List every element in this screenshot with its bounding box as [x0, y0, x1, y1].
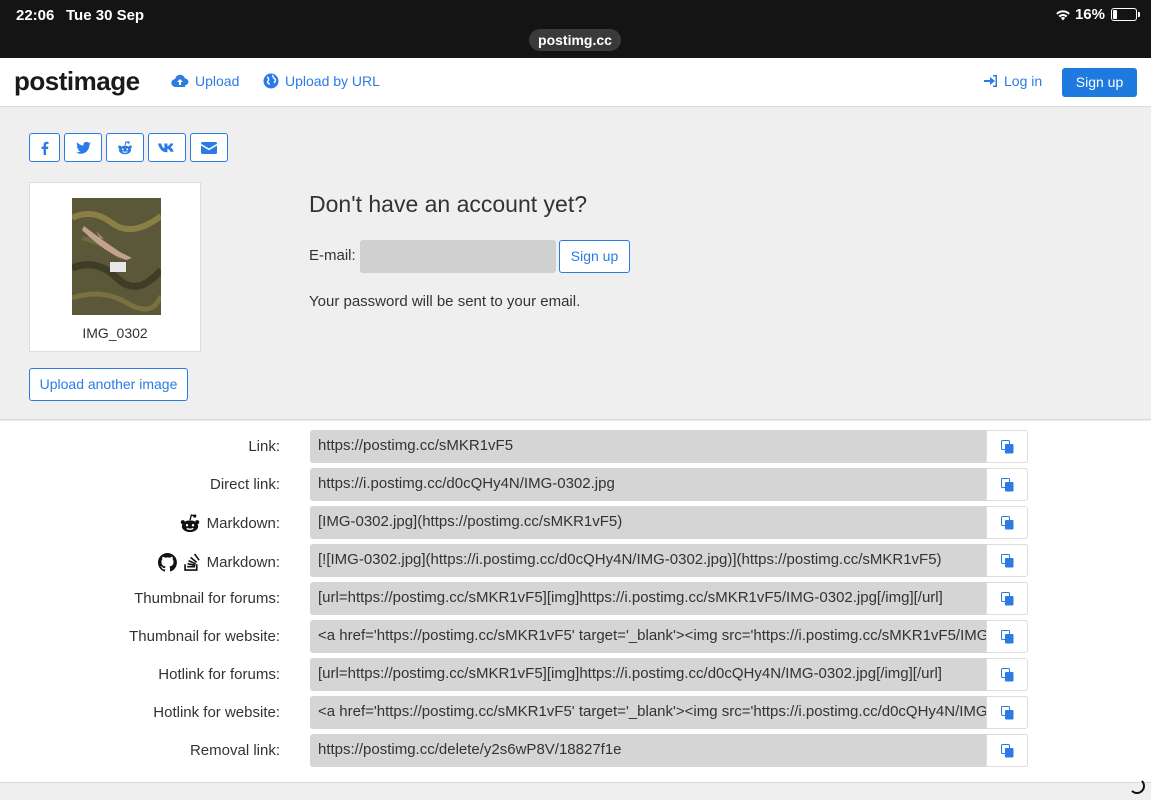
markdown-reddit-label: Markdown: [179, 514, 280, 533]
markdown-label-text: Markdown: [206, 553, 280, 571]
hotlink-website-field[interactable]: <a href='https://postimg.cc/sMKR1vF5' ta… [310, 696, 986, 729]
logo-text-image: image [66, 66, 140, 96]
link-row-link: Link: https://postimg.cc/sMKR1vF5 [0, 430, 1151, 464]
signup-form-button[interactable]: Sign up [559, 240, 630, 273]
copy-button[interactable] [986, 506, 1028, 539]
loading-spinner-icon [1129, 778, 1145, 794]
reddit-icon [118, 140, 132, 154]
copy-button[interactable] [986, 430, 1028, 463]
image-name: IMG_0302 [82, 325, 148, 341]
link-row-thumbnail-forums: Thumbnail for forums: [url=https://posti… [0, 582, 1151, 616]
nav-upload-by-url-label: Upload by URL [285, 73, 380, 89]
markdown-github-field[interactable]: [![IMG-0302.jpg](https://i.postimg.cc/d0… [310, 544, 986, 577]
copy-button[interactable] [986, 658, 1028, 691]
battery-percent: 16% [1074, 6, 1105, 23]
copy-icon [1000, 629, 1013, 643]
status-right: 16% [1055, 6, 1140, 23]
postimage-logo[interactable]: postimage [14, 66, 140, 97]
shark-photo-icon [72, 198, 161, 315]
image-thumbnail[interactable] [72, 198, 161, 315]
share-email-button[interactable] [190, 133, 228, 162]
page-footer-strip [0, 783, 1151, 800]
copy-button[interactable] [986, 582, 1028, 615]
link-row-removal: Removal link: https://postimg.cc/delete/… [0, 734, 1151, 768]
vk-icon [158, 143, 174, 152]
link-row-direct: Direct link: https://i.postimg.cc/d0cQHy… [0, 468, 1151, 502]
copy-icon [1000, 477, 1013, 491]
copy-button[interactable] [986, 620, 1028, 653]
link-label: Link: [248, 438, 280, 455]
email-label: E-mail: [309, 247, 356, 264]
direct-link-field[interactable]: https://i.postimg.cc/d0cQHy4N/IMG-0302.j… [310, 468, 986, 501]
share-links-panel: Link: https://postimg.cc/sMKR1vF5 Direct… [0, 421, 1151, 783]
share-twitter-button[interactable] [64, 133, 102, 162]
link-row-hotlink-forums: Hotlink for forums: [url=https://postimg… [0, 658, 1151, 692]
nav-upload-label: Upload [195, 73, 240, 89]
image-thumbnail-card[interactable]: IMG_0302 [29, 182, 201, 352]
share-facebook-button[interactable] [29, 133, 60, 162]
copy-button[interactable] [986, 544, 1028, 577]
copy-button[interactable] [986, 696, 1028, 729]
battery-fill [1113, 10, 1117, 19]
status-bar: 22:06 Tue 30 Sep 16% postimg.cc [0, 0, 1151, 58]
status-date: Tue 30 Sep [66, 7, 145, 24]
markdown-github-label: Markdown: [157, 552, 280, 572]
share-buttons [29, 133, 228, 162]
email-icon [201, 141, 217, 154]
logo-text-post: post [14, 66, 67, 96]
globe-icon [263, 73, 279, 89]
navbar: postimage Upload Upload by URL Log in Si… [0, 58, 1151, 107]
stack-overflow-icon [183, 553, 200, 571]
share-vk-button[interactable] [148, 133, 186, 162]
wifi-icon [1056, 9, 1070, 20]
nav-login-label: Log in [1004, 73, 1043, 89]
copy-button[interactable] [986, 734, 1028, 767]
link-row-markdown-github: Markdown: [![IMG-0302.jpg](https://i.pos… [0, 544, 1151, 578]
copy-icon [1000, 553, 1013, 567]
removal-link-label: Removal link: [189, 742, 280, 759]
upload-another-image-button[interactable]: Upload another image [29, 368, 188, 401]
link-row-markdown-reddit: Markdown: [IMG-0302.jpg](https://postimg… [0, 506, 1151, 540]
copy-icon [1000, 439, 1013, 453]
copy-icon [1000, 515, 1013, 529]
copy-icon [1000, 591, 1013, 605]
upload-result-panel: IMG_0302 Upload another image Don't have… [0, 107, 1151, 420]
github-icon [157, 552, 177, 572]
share-reddit-button[interactable] [106, 133, 144, 162]
status-time: 22:06 [16, 7, 55, 24]
thumbnail-forums-field[interactable]: [url=https://postimg.cc/sMKR1vF5][img]ht… [310, 582, 986, 615]
password-note: Your password will be sent to your email… [309, 293, 581, 310]
nav-signup-button[interactable]: Sign up [1062, 68, 1137, 97]
copy-icon [1000, 743, 1013, 757]
nav-login-link[interactable]: Log in [984, 73, 1042, 89]
removal-link-field[interactable]: https://postimg.cc/delete/y2s6wP8V/18827… [310, 734, 986, 767]
copy-icon [1000, 705, 1013, 719]
nav-upload-link[interactable]: Upload [171, 73, 239, 89]
markdown-label-text: Markdown: [206, 515, 280, 532]
url-bar[interactable]: postimg.cc [529, 29, 621, 51]
thumbnail-website-label: Thumbnail for website: [129, 628, 280, 645]
nav-upload-by-url-link[interactable]: Upload by URL [263, 73, 380, 89]
email-field[interactable] [360, 240, 556, 273]
account-heading: Don't have an account yet? [309, 191, 588, 217]
thumbnail-website-field[interactable]: <a href='https://postimg.cc/sMKR1vF5' ta… [310, 620, 986, 653]
copy-button[interactable] [986, 468, 1028, 501]
direct-link-label: Direct link: [209, 476, 280, 493]
hotlink-forums-field[interactable]: [url=https://postimg.cc/sMKR1vF5][img]ht… [310, 658, 986, 691]
thumbnail-forums-label: Thumbnail for forums: [134, 590, 280, 607]
sign-in-icon [984, 75, 997, 87]
markdown-reddit-field[interactable]: [IMG-0302.jpg](https://postimg.cc/sMKR1v… [310, 506, 986, 539]
reddit-icon [180, 514, 199, 533]
link-field[interactable]: https://postimg.cc/sMKR1vF5 [310, 430, 986, 463]
hotlink-forums-label: Hotlink for forums: [158, 666, 280, 683]
cloud-upload-icon [171, 74, 189, 88]
link-row-hotlink-website: Hotlink for website: <a href='https://po… [0, 696, 1151, 730]
hotlink-website-label: Hotlink for website: [153, 704, 280, 721]
facebook-icon [41, 141, 48, 155]
link-row-thumbnail-website: Thumbnail for website: <a href='https://… [0, 620, 1151, 654]
copy-icon [1000, 667, 1013, 681]
battery-icon [1111, 8, 1140, 21]
twitter-icon [75, 141, 91, 154]
